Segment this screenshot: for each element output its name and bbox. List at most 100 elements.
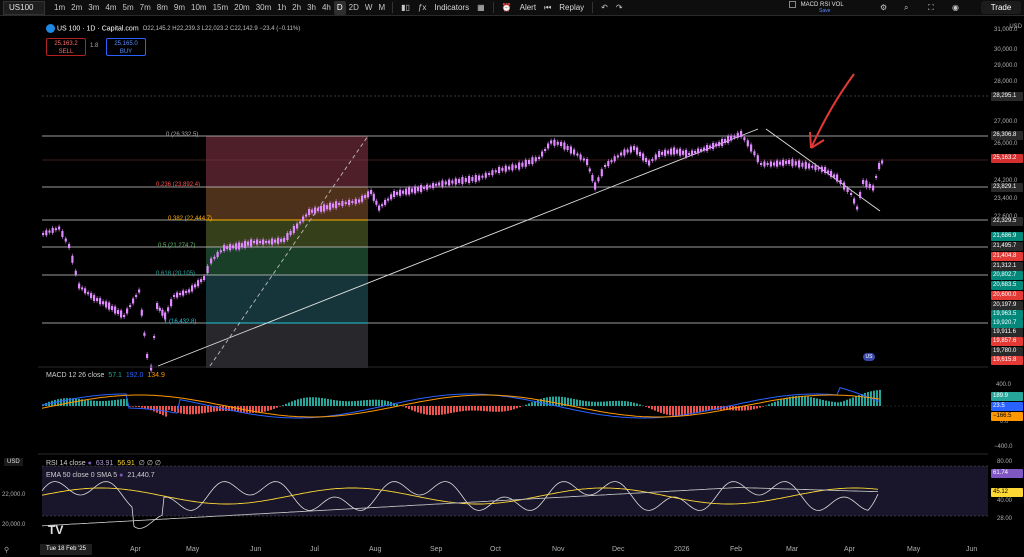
macd-bar xyxy=(606,401,608,406)
layout-grid-icon[interactable]: ▦ xyxy=(477,1,485,15)
macd-bar xyxy=(558,396,560,406)
macd-bar xyxy=(369,399,371,406)
macd-bar xyxy=(87,400,89,406)
chart-legend: US 100 · 1D · Capital.com O22,145.2 H22,… xyxy=(46,24,300,33)
price-tag: 20,683.5 xyxy=(991,281,1023,290)
timeframe-4h[interactable]: 4h xyxy=(319,1,334,15)
legend-title: US 100 · 1D · Capital.com xyxy=(56,25,139,33)
trade-label: Trade xyxy=(990,3,1012,12)
timeframe-8m[interactable]: 8m xyxy=(154,1,171,15)
timeframe-W[interactable]: W xyxy=(362,1,376,15)
macd-bar xyxy=(123,398,125,406)
fib-zone-1 xyxy=(206,187,368,220)
time-label: Nov xyxy=(552,546,565,553)
rsi-legend: RSI 14 close ● 63.91 56.91 ∅ ∅ ∅ xyxy=(46,459,161,467)
camera-icon[interactable]: ◉ xyxy=(952,1,959,15)
timeframe-2h[interactable]: 2h xyxy=(289,1,304,15)
spread-value: 1.8 xyxy=(90,43,99,49)
macd-legend: MACD 12 26 close 57.1 192.0 134.9 xyxy=(46,372,165,379)
macd-bar xyxy=(780,399,782,406)
timeframe-20m[interactable]: 20m xyxy=(231,1,253,15)
settings-icon[interactable]: ⚙ xyxy=(880,1,887,15)
ema-settings-icon[interactable]: ● xyxy=(119,472,123,479)
symbol-search[interactable]: US100 xyxy=(3,0,45,15)
layout-select[interactable]: MACD RSI VOL Save xyxy=(789,1,869,15)
macd-bar xyxy=(63,398,65,406)
macd-bar xyxy=(129,406,131,407)
time-label: Jun xyxy=(966,546,978,553)
trade-button[interactable]: Trade xyxy=(981,1,1021,14)
time-label: May xyxy=(186,546,200,553)
indicators-button[interactable]: Indicators xyxy=(434,3,469,12)
price-tag: 20,802.7 xyxy=(991,271,1023,280)
timeframe-1h[interactable]: 1h xyxy=(274,1,289,15)
chart-type-icon[interactable]: ▮▯ xyxy=(401,1,410,15)
macd-bar xyxy=(96,400,98,406)
macd-bar xyxy=(351,401,353,406)
macd-bar xyxy=(318,397,320,406)
timeframe-3m[interactable]: 3m xyxy=(85,1,102,15)
timeframe-10m[interactable]: 10m xyxy=(188,1,210,15)
timeframe-7m[interactable]: 7m xyxy=(137,1,154,15)
flag-icon[interactable]: US xyxy=(863,353,875,361)
macd-bar xyxy=(186,406,188,415)
macd-bar xyxy=(282,405,284,406)
macd-bar xyxy=(801,395,803,406)
replay-button[interactable]: Replay xyxy=(559,3,584,12)
macd-bar xyxy=(372,399,374,406)
macd-bar xyxy=(852,397,854,406)
price-tag: 21,495.7 xyxy=(991,242,1023,251)
macd-bar xyxy=(144,406,146,409)
macd-v2: 192.0 xyxy=(125,372,144,379)
timeframe-30m[interactable]: 30m xyxy=(253,1,275,15)
buy-button[interactable]: 25,165.0 BUY xyxy=(106,38,146,56)
sell-button[interactable]: 25,163.2 SELL xyxy=(46,38,86,56)
redo-icon[interactable]: ↷ xyxy=(616,1,623,15)
macd-bar xyxy=(483,406,485,412)
price-chart[interactable]: TV xyxy=(38,16,988,557)
timeframe-2m[interactable]: 2m xyxy=(68,1,85,15)
fib-zone-0 xyxy=(206,136,368,187)
timeframe-9m[interactable]: 9m xyxy=(171,1,188,15)
timezone-icon[interactable]: ⚲ xyxy=(4,546,9,554)
macd-bar xyxy=(744,406,746,411)
fullscreen-icon[interactable]: ⛶ xyxy=(928,1,934,15)
macd-bar xyxy=(111,400,113,406)
timeframe-1m[interactable]: 1m xyxy=(51,1,68,15)
macd-bar xyxy=(192,406,194,415)
macd-bar xyxy=(249,406,251,413)
macd-bar xyxy=(609,401,611,406)
macd-bar xyxy=(573,398,575,406)
macd-bar xyxy=(579,400,581,406)
timeframe-15m[interactable]: 15m xyxy=(210,1,232,15)
macd-bar xyxy=(288,402,290,406)
timeframe-D[interactable]: D xyxy=(333,0,346,15)
macd-bar xyxy=(180,406,182,414)
indicators-icon[interactable]: ƒx xyxy=(418,1,426,15)
timeframe-3h[interactable]: 3h xyxy=(304,1,319,15)
timeframe-M[interactable]: M xyxy=(375,1,388,15)
macd-bar xyxy=(537,399,539,406)
macd-bar xyxy=(675,406,677,416)
alert-clock-icon[interactable]: ⏰ xyxy=(502,1,512,15)
time-axis[interactable]: Apr May Jun Jul Aug Sep Oct Nov Dec 2026 Feb Mar Apr… xyxy=(38,543,988,557)
replay-icon[interactable]: ⏮ xyxy=(544,1,551,15)
price-label: 28,000.0 xyxy=(994,79,1018,85)
macd-bar xyxy=(153,406,155,412)
search-icon[interactable]: ⌕ xyxy=(904,1,908,15)
macd-bar xyxy=(525,404,527,406)
macd-bar xyxy=(657,406,659,412)
macd-bar xyxy=(750,406,752,410)
time-label: Sep xyxy=(430,546,443,553)
timeframe-4m[interactable]: 4m xyxy=(102,1,119,15)
macd-bar xyxy=(684,406,686,416)
timeframe-5m[interactable]: 5m xyxy=(120,1,137,15)
alert-button[interactable]: Alert xyxy=(520,3,536,12)
sell-price: 25,163.2 xyxy=(54,41,78,47)
fib-zone-5 xyxy=(206,323,368,368)
timeframe-2D[interactable]: 2D xyxy=(346,1,362,15)
time-label: Jun xyxy=(250,546,262,553)
macd-bar xyxy=(450,406,452,414)
rsi-settings-icon[interactable]: ● xyxy=(88,460,92,467)
undo-icon[interactable]: ↶ xyxy=(601,1,608,15)
